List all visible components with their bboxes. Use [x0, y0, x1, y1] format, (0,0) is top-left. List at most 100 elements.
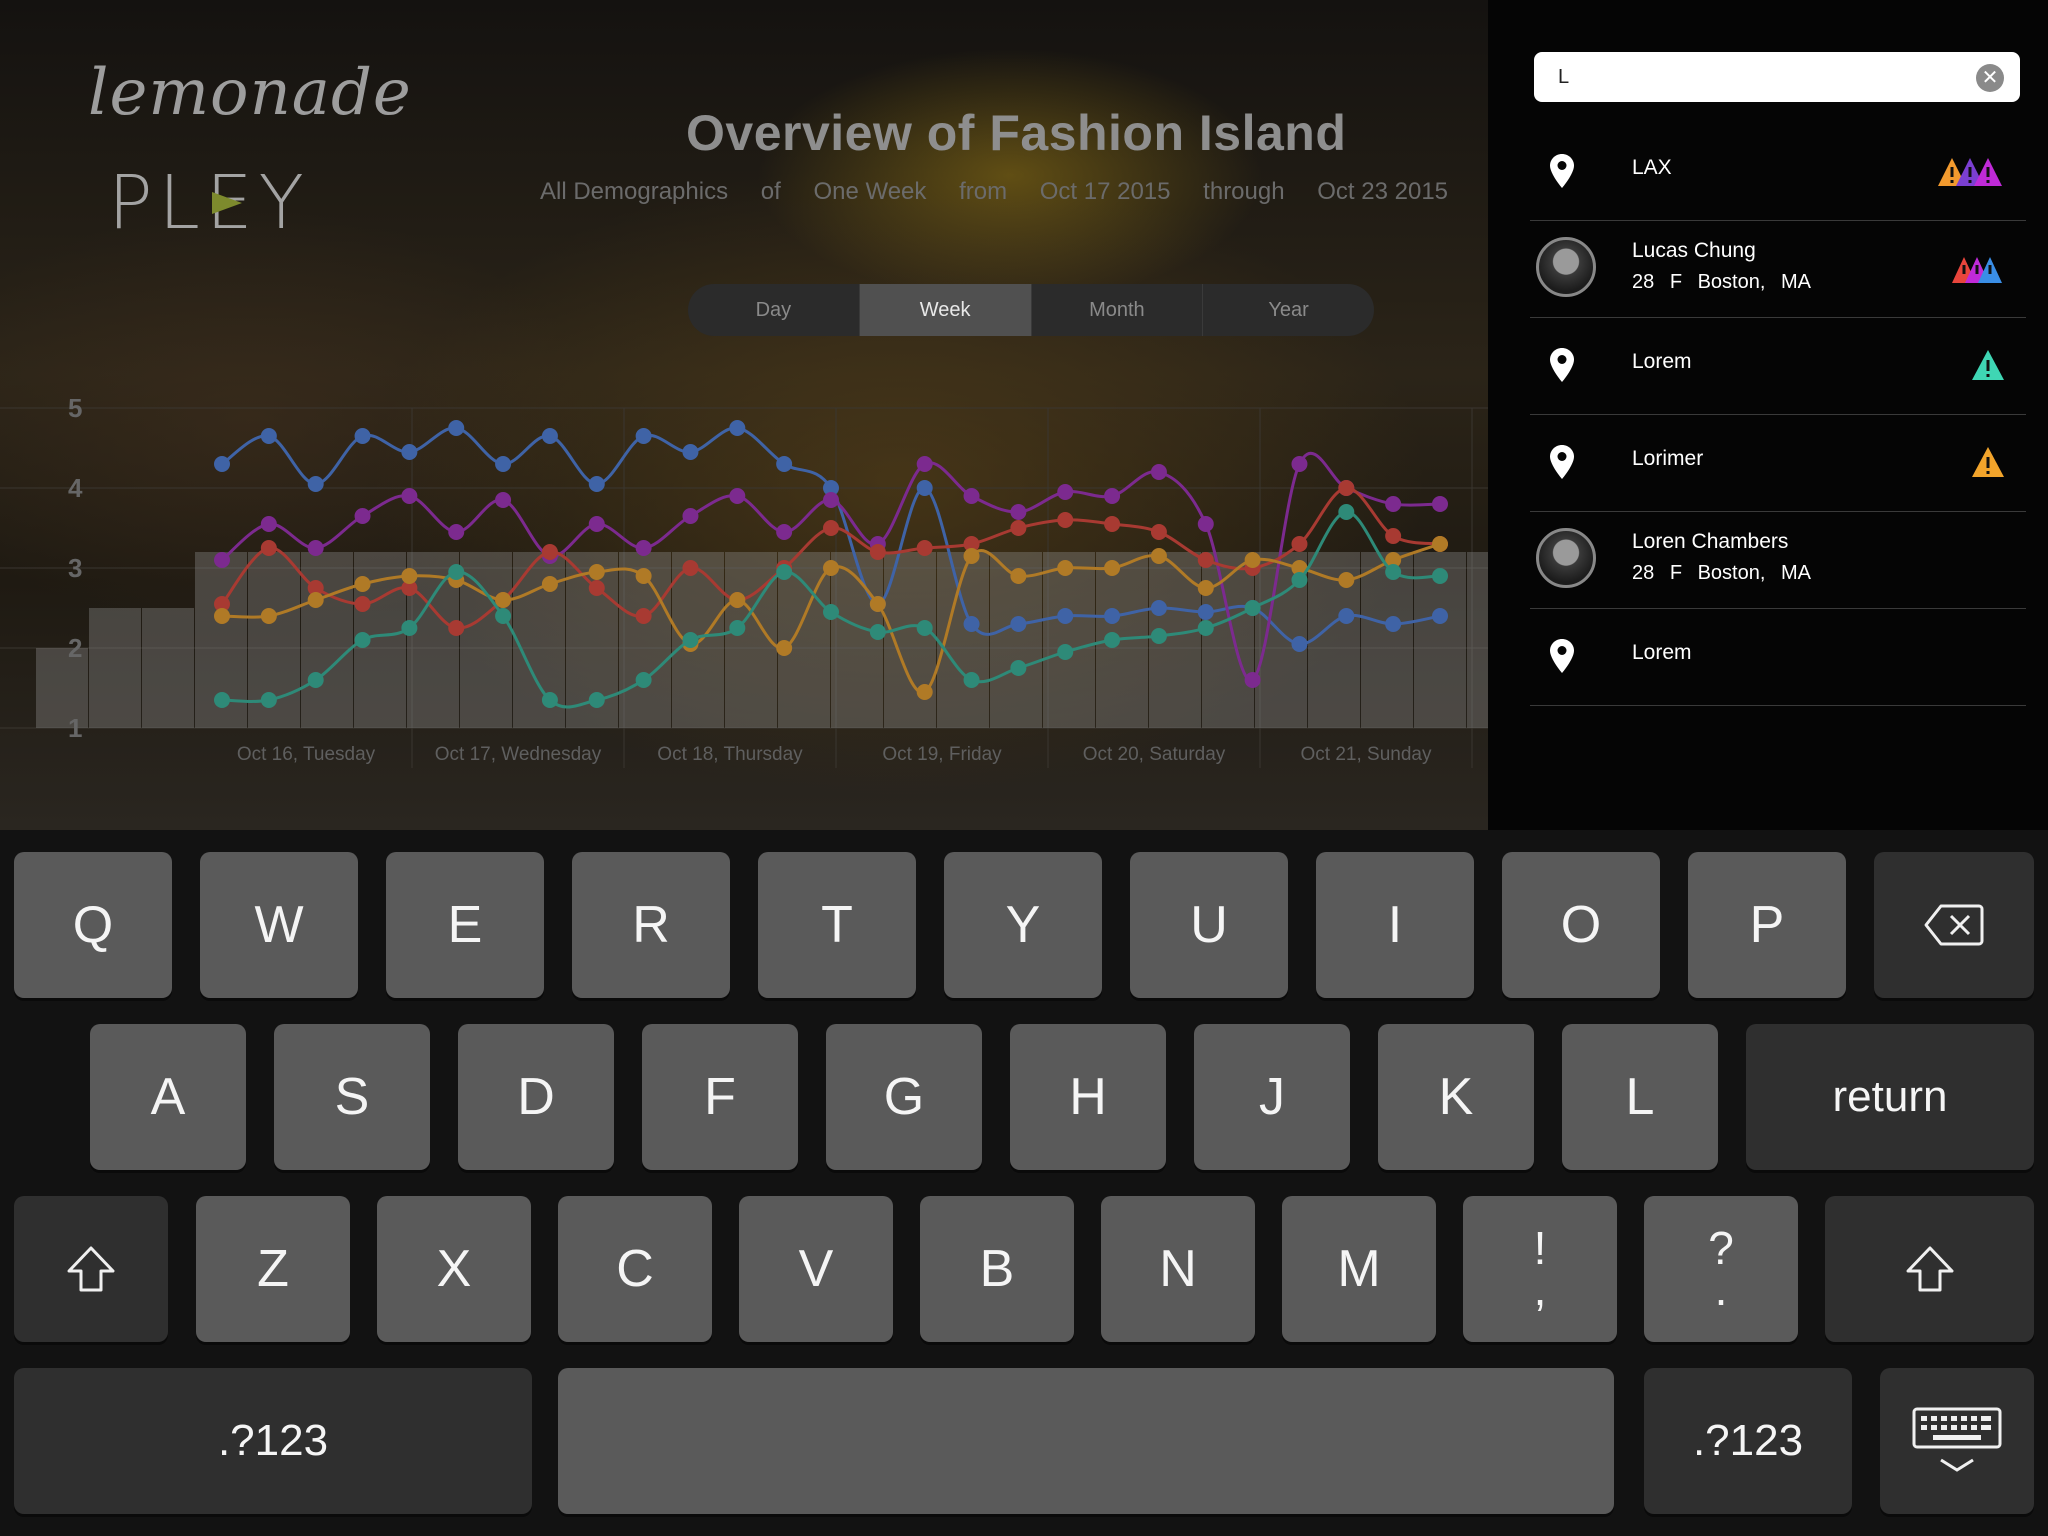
- data-point: [635, 608, 652, 624]
- tab-week[interactable]: Week: [859, 284, 1032, 336]
- data-point: [588, 692, 605, 708]
- data-point: [1057, 560, 1074, 576]
- key-r[interactable]: R: [572, 852, 730, 998]
- tab-day[interactable]: Day: [688, 284, 860, 336]
- data-point: [963, 616, 980, 632]
- key-e[interactable]: E: [386, 852, 544, 998]
- result-place[interactable]: Lorem: [1530, 318, 2026, 415]
- search-input[interactable]: [1534, 52, 1978, 102]
- data-point: [1010, 660, 1027, 676]
- filter-end-date[interactable]: Oct 23 2015: [1317, 178, 1448, 205]
- key-m[interactable]: M: [1282, 1196, 1436, 1342]
- key-i[interactable]: I: [1316, 852, 1474, 998]
- data-point: [1385, 616, 1402, 632]
- key-f[interactable]: F: [642, 1024, 798, 1170]
- result-person[interactable]: Loren Chambers 28 F Boston, MA: [1530, 512, 2026, 609]
- data-point: [776, 524, 793, 540]
- shift-icon: [67, 1246, 115, 1292]
- tab-month[interactable]: Month: [1032, 284, 1204, 336]
- numbers-key-right[interactable]: .?123: [1644, 1368, 1852, 1514]
- key-g[interactable]: G: [826, 1024, 982, 1170]
- data-point: [963, 548, 980, 564]
- result-location: Boston, MA: [1697, 271, 1811, 293]
- key-d[interactable]: D: [458, 1024, 614, 1170]
- bar: [301, 552, 353, 728]
- logo-lemonade: lemonade: [88, 56, 412, 130]
- x-tick-label: Oct 17, Wednesday: [435, 744, 602, 765]
- clear-search-icon[interactable]: ✕: [1976, 64, 2004, 92]
- key-s[interactable]: S: [274, 1024, 430, 1170]
- data-point: [1291, 636, 1308, 652]
- filter-start-date[interactable]: Oct 17 2015: [1040, 178, 1171, 205]
- data-point: [448, 620, 465, 636]
- warning-icon: [1972, 350, 2004, 380]
- data-point: [1197, 620, 1214, 636]
- data-point: [1432, 536, 1448, 552]
- key-j[interactable]: J: [1194, 1024, 1350, 1170]
- key-x[interactable]: X: [377, 1196, 531, 1342]
- key-z[interactable]: Z: [196, 1196, 350, 1342]
- location-pin-icon: [1550, 154, 1574, 188]
- data-point: [1197, 604, 1214, 620]
- search-results: LAX Lucas Chung 28 F Boston, MA Lorem Lo…: [1530, 124, 2026, 706]
- result-name: Loren Chambers: [1632, 530, 1789, 553]
- key-a[interactable]: A: [90, 1024, 246, 1170]
- multi-warning-icon: [1938, 158, 2002, 186]
- dismiss-keyboard-key[interactable]: [1880, 1368, 2034, 1514]
- key-question-period[interactable]: ? .: [1644, 1196, 1798, 1342]
- key-u[interactable]: U: [1130, 852, 1288, 998]
- key-p[interactable]: P: [1688, 852, 1846, 998]
- key-n[interactable]: N: [1101, 1196, 1255, 1342]
- data-point: [1338, 504, 1355, 520]
- key-o[interactable]: O: [1502, 852, 1660, 998]
- result-location: Boston, MA: [1697, 562, 1811, 584]
- data-point: [1010, 616, 1027, 632]
- data-point: [1197, 516, 1214, 532]
- result-place[interactable]: LAX: [1530, 124, 2026, 221]
- tab-year[interactable]: Year: [1203, 284, 1374, 336]
- data-point: [1197, 580, 1214, 596]
- key-q[interactable]: Q: [14, 852, 172, 998]
- data-point: [1150, 628, 1167, 644]
- data-point: [1104, 632, 1121, 648]
- result-place[interactable]: Lorimer: [1530, 415, 2026, 512]
- data-point: [635, 568, 652, 584]
- data-point: [1057, 512, 1074, 528]
- bar: [89, 608, 141, 728]
- key-k[interactable]: K: [1378, 1024, 1534, 1170]
- key-b[interactable]: B: [920, 1196, 1074, 1342]
- key-v[interactable]: V: [739, 1196, 893, 1342]
- numbers-key-left[interactable]: .?123: [14, 1368, 532, 1514]
- data-point: [401, 620, 418, 636]
- x-tick-label: Oct 20, Saturday: [1083, 744, 1226, 765]
- data-point: [916, 684, 933, 700]
- key-l[interactable]: L: [1562, 1024, 1718, 1170]
- location-pin-icon: [1550, 445, 1574, 479]
- dashboard-background: lemonade PLEY Overview of Fashion Island…: [0, 0, 1488, 830]
- filter-demographics[interactable]: All Demographics: [540, 178, 728, 205]
- data-point: [260, 608, 277, 624]
- space-key[interactable]: [558, 1368, 1614, 1514]
- rating-line-chart: 5 4 3 2 1 Oct 16, Tuesday Oct 17, Wednesday Oct…: [0, 393, 1488, 768]
- key-t[interactable]: T: [758, 852, 916, 998]
- key-exclamation-comma[interactable]: ! ,: [1463, 1196, 1617, 1342]
- data-point: [541, 544, 558, 560]
- data-point: [541, 692, 558, 708]
- data-point: [682, 632, 699, 648]
- filter-period[interactable]: One Week: [813, 178, 926, 205]
- search-panel: ✕ LAX Lucas Chung 28 F Boston, MA: [1488, 0, 2048, 830]
- return-key[interactable]: return: [1746, 1024, 2034, 1170]
- data-point: [401, 488, 418, 504]
- result-person[interactable]: Lucas Chung 28 F Boston, MA: [1530, 221, 2026, 318]
- shift-left-key[interactable]: [14, 1196, 168, 1342]
- result-age: 28: [1632, 562, 1655, 584]
- key-w[interactable]: W: [200, 852, 358, 998]
- key-h[interactable]: H: [1010, 1024, 1166, 1170]
- result-place[interactable]: Lorem: [1530, 609, 2026, 706]
- key-y[interactable]: Y: [944, 852, 1102, 998]
- key-c[interactable]: C: [558, 1196, 712, 1342]
- backspace-key[interactable]: [1874, 852, 2034, 998]
- shift-right-key[interactable]: [1825, 1196, 2034, 1342]
- data-point: [1057, 484, 1074, 500]
- result-name: Lucas Chung: [1632, 239, 1756, 262]
